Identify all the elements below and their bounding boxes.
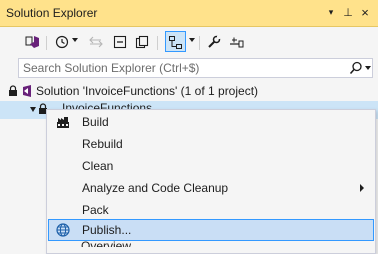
solution-icon	[23, 85, 31, 97]
menu-item-label: Rebuild	[82, 137, 123, 151]
expand-arrow-icon[interactable]	[30, 107, 36, 112]
tree-item-solution[interactable]: Solution 'InvoiceFunctions' (1 of 1 proj…	[0, 82, 378, 100]
build-icon	[57, 117, 69, 128]
menu-item-rebuild[interactable]: Rebuild	[48, 133, 374, 155]
history-dropdown-icon[interactable]	[72, 38, 78, 42]
window-title: Solution Explorer	[6, 6, 98, 20]
menu-item-clean[interactable]: Clean	[48, 155, 374, 177]
toolbar-separator	[46, 36, 47, 50]
lock-icon	[9, 85, 17, 96]
close-icon[interactable]: ×	[357, 3, 373, 21]
submenu-arrow-icon	[360, 184, 364, 192]
menu-item-label: Clean	[82, 159, 114, 173]
menu-item-pack[interactable]: Pack	[48, 199, 374, 221]
menu-item-analyze-and-code-cleanup[interactable]: Analyze and Code Cleanup	[48, 177, 374, 199]
search-input[interactable]	[23, 60, 343, 76]
search-icon[interactable]	[349, 61, 363, 75]
collapse-all-icon[interactable]	[112, 33, 128, 51]
publish-globe-icon	[56, 223, 70, 237]
menu-item-publish[interactable]: Publish...	[48, 219, 374, 241]
toolbar-separator	[157, 36, 158, 50]
sync-dropdown-icon[interactable]	[189, 38, 195, 42]
window-options-dropdown-icon[interactable]: ▾	[323, 3, 339, 21]
menu-item-label: Pack	[82, 203, 109, 217]
title-bar: Solution Explorer ▾ ⊥ ×	[0, 0, 378, 27]
search-box	[18, 58, 373, 78]
sync-active-document-icon[interactable]	[167, 33, 184, 51]
menu-item-build[interactable]: Build	[48, 111, 374, 133]
toolbar-separator	[199, 36, 200, 50]
menu-item-label: Publish...	[82, 223, 132, 237]
search-options-dropdown-icon[interactable]	[365, 66, 371, 70]
menu-item-label: Build	[82, 115, 109, 129]
back-icon[interactable]	[88, 33, 104, 51]
pin-icon[interactable]: ⊥	[340, 3, 356, 21]
menu-item-overview-partial[interactable]: Overview	[81, 239, 131, 247]
preview-selected-items-icon[interactable]	[228, 33, 246, 51]
project-label: InvoiceFunctions	[62, 101, 153, 109]
context-menu: Build Rebuild Clean Analyze and Code Cle…	[46, 109, 376, 254]
switch-views-icon[interactable]	[24, 33, 42, 51]
toolbar	[0, 27, 378, 56]
show-all-files-icon[interactable]	[134, 33, 150, 51]
menu-item-label: Analyze and Code Cleanup	[82, 181, 229, 195]
properties-icon[interactable]	[206, 33, 222, 51]
solution-label: Solution 'InvoiceFunctions' (1 of 1 proj…	[36, 84, 259, 98]
history-icon[interactable]	[54, 33, 70, 51]
